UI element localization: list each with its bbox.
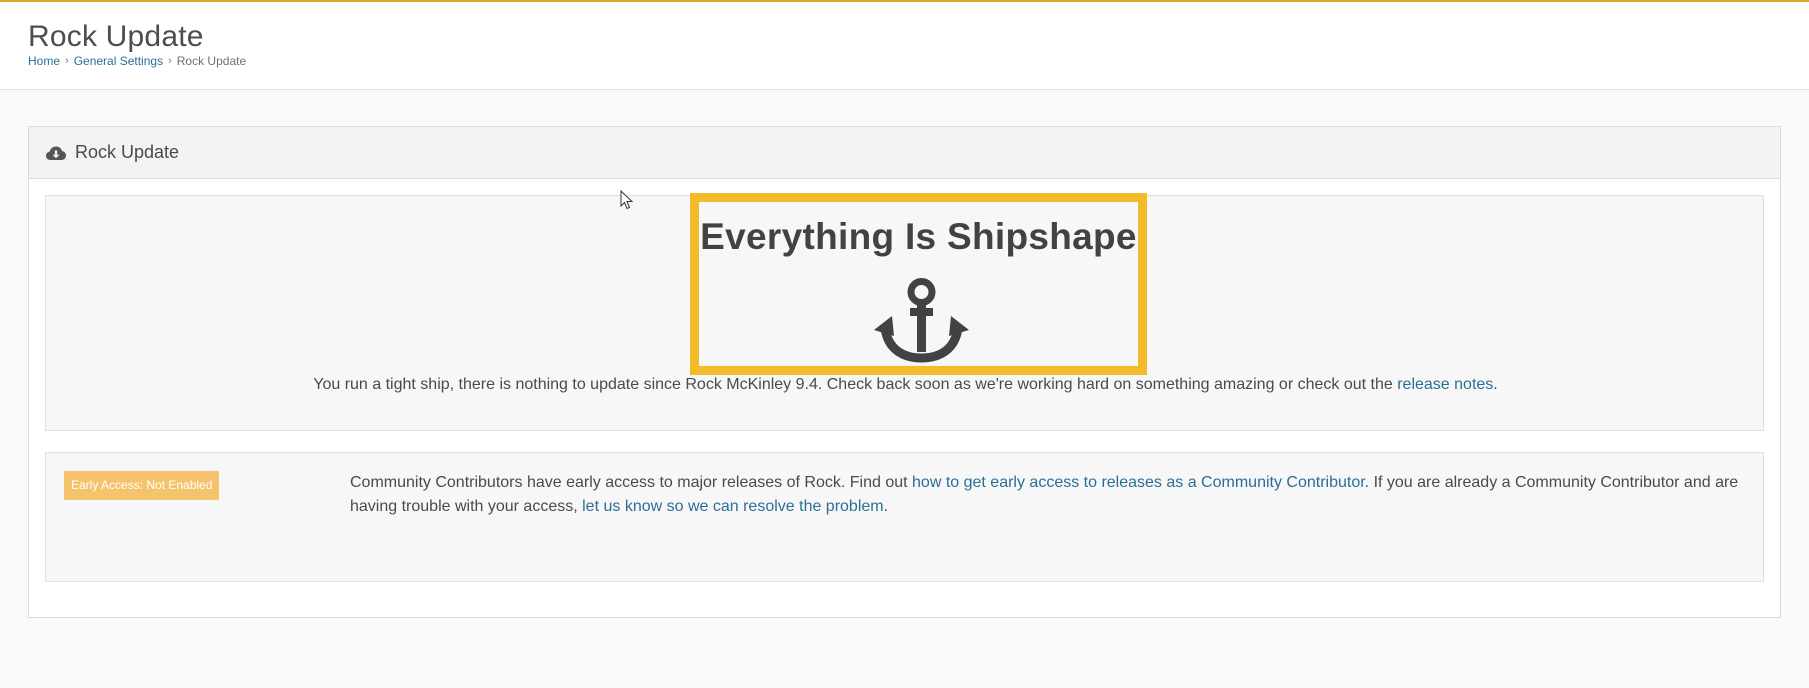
chevron-right-icon: › bbox=[168, 55, 172, 67]
contact-support-link[interactable]: let us know so we can resolve the proble… bbox=[582, 498, 883, 515]
update-message: You run a tight ship, there is nothing t… bbox=[46, 376, 1765, 394]
breadcrumb-general-settings-link[interactable]: General Settings bbox=[74, 54, 163, 68]
shipshape-highlight-box: Everything Is Shipshape bbox=[690, 193, 1147, 375]
panel-heading: Rock Update bbox=[29, 127, 1780, 179]
cloud-download-icon bbox=[45, 144, 67, 162]
update-message-text: You run a tight ship, there is nothing t… bbox=[313, 376, 1398, 393]
early-access-well: Early Access: Not Enabled Community Cont… bbox=[45, 452, 1764, 582]
early-access-text-part: . bbox=[883, 498, 889, 515]
early-access-info-link[interactable]: how to get early access to releases as a… bbox=[912, 474, 1365, 491]
update-message-end: . bbox=[1493, 376, 1498, 393]
update-status-well: Everything Is Shipshape You run a tight … bbox=[45, 193, 1765, 431]
page-title: Rock Update bbox=[28, 20, 204, 53]
early-access-status-badge: Early Access: Not Enabled bbox=[64, 471, 220, 500]
chevron-right-icon: › bbox=[65, 55, 69, 67]
page-header: Rock Update Home › General Settings › Ro… bbox=[0, 2, 1809, 90]
breadcrumb-current: Rock Update bbox=[176, 54, 247, 68]
anchor-icon bbox=[874, 278, 969, 363]
breadcrumb-home-link[interactable]: Home bbox=[28, 54, 60, 68]
breadcrumb: Home › General Settings › Rock Update bbox=[28, 54, 246, 68]
early-access-text: Community Contributors have early access… bbox=[350, 471, 1740, 519]
rock-update-panel: Rock Update Everything Is Shipshape You … bbox=[28, 126, 1781, 618]
release-notes-link[interactable]: release notes bbox=[1397, 376, 1493, 393]
mouse-cursor-icon bbox=[620, 190, 634, 210]
early-access-text-part: Community Contributors have early access… bbox=[350, 474, 913, 491]
panel-title: Rock Update bbox=[75, 142, 180, 162]
shipshape-heading: Everything Is Shipshape bbox=[700, 216, 1137, 257]
